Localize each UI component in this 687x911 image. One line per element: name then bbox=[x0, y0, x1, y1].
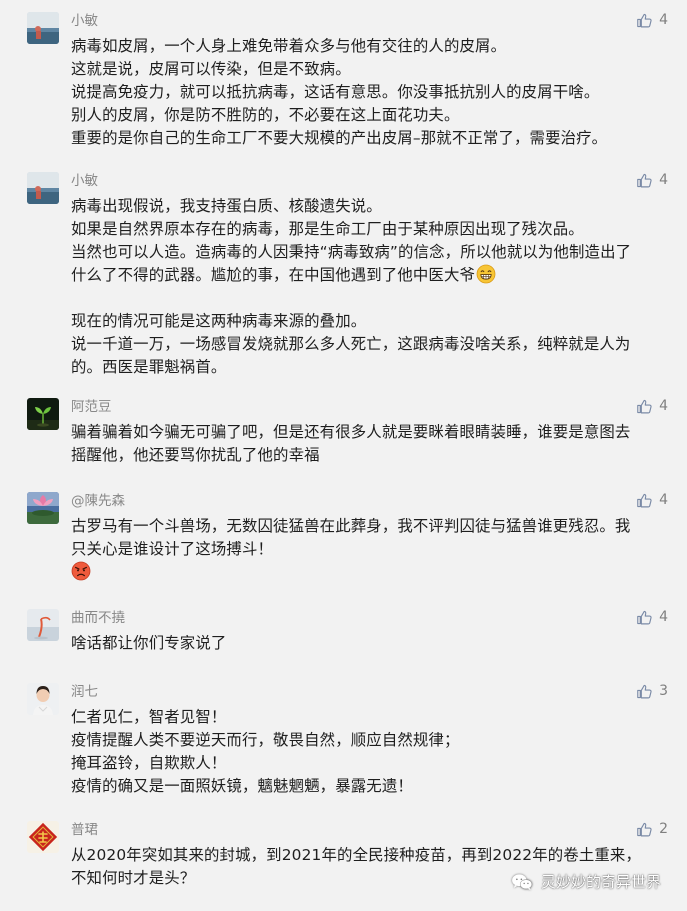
comment-nickname[interactable]: 阿范豆 bbox=[71, 398, 112, 416]
avatar[interactable] bbox=[27, 609, 59, 641]
avatar[interactable] bbox=[27, 172, 59, 204]
like-button[interactable]: 4 bbox=[636, 10, 668, 30]
comment-text: 古罗马有一个斗兽场，无数囚徒猛兽在此葬身，我不评判囚徒与猛兽谁更残忍。我 只关心… bbox=[71, 515, 671, 584]
comment-line: 啥话都让你们专家说了 bbox=[71, 634, 227, 652]
comment-line: 重要的是你自己的生命工厂不要大规模的产出皮屑–那就不正常了，需要治疗。 bbox=[71, 129, 608, 147]
avatar[interactable] bbox=[27, 492, 59, 524]
comment-line: 摇醒他，他还要骂你扰乱了他的幸福 bbox=[71, 446, 320, 464]
thumbs-up-icon bbox=[637, 173, 652, 187]
wechat-icon bbox=[512, 873, 533, 890]
comment-line: 古罗马有一个斗兽场，无数囚徒猛兽在此葬身，我不评判囚徒与猛兽谁更残忍。我 bbox=[71, 517, 631, 535]
like-count: 4 bbox=[659, 172, 668, 188]
avatar[interactable] bbox=[27, 12, 59, 44]
avatar[interactable] bbox=[27, 821, 59, 853]
comment-text: 啥话都让你们专家说了 bbox=[71, 632, 671, 655]
like-count: 4 bbox=[659, 492, 668, 508]
like-button[interactable]: 4 bbox=[636, 490, 668, 510]
thumbs-up-icon bbox=[637, 822, 652, 836]
like-button[interactable]: 2 bbox=[636, 819, 668, 839]
comment-line: 说提高免疫力，就可以抵抗病毒，这话有意思。你没事抵抗别人的皮屑干啥。 bbox=[71, 83, 600, 101]
comment-line: 疫情提醒人类不要逆天而行，敬畏自然，顺应自然规律； bbox=[71, 731, 460, 749]
comment-line: 掩耳盗铃，自欺欺人！ bbox=[71, 754, 227, 772]
thumbs-up-icon bbox=[637, 684, 652, 698]
thumbs-up-icon bbox=[637, 493, 652, 507]
comment-nickname[interactable]: 普珺 bbox=[71, 821, 98, 839]
comment-line: 病毒如皮屑，一个人身上难免带着众多与他有交往的人的皮屑。 bbox=[71, 37, 507, 55]
comment-line: 什么了不得的武器。尴尬的事，在中国他遇到了他中医大爷 bbox=[71, 266, 476, 284]
comment-line: 病毒出现假说，我支持蛋白质、核酸遗失说。 bbox=[71, 197, 382, 215]
like-button[interactable]: 4 bbox=[636, 607, 668, 627]
comment-line: 疫情的确又是一面照妖镜，魑魅魍魉，暴露无遗！ bbox=[71, 777, 413, 795]
like-button[interactable]: 4 bbox=[636, 396, 668, 416]
comment-line: 这就是说，皮屑可以传染，但是不致病。 bbox=[71, 60, 351, 78]
like-button[interactable]: 4 bbox=[636, 170, 668, 190]
like-count: 3 bbox=[659, 683, 668, 699]
emoji-line bbox=[71, 561, 671, 584]
thumbs-up-icon bbox=[637, 399, 652, 413]
comment-line: 的。西医是罪魁祸首。 bbox=[71, 358, 227, 376]
watermark-text: 灵妙妙的奇异世界 bbox=[540, 873, 661, 891]
comment-line: 只关心是谁设计了这场搏斗！ bbox=[71, 540, 274, 558]
thumbs-up-icon bbox=[637, 13, 652, 27]
comment-nickname[interactable]: 润七 bbox=[71, 683, 98, 701]
angry-emoji bbox=[71, 561, 91, 581]
comment-text: 骗着骗着如今骗无可骗了吧，但是还有很多人就是要眯着眼睛装睡，谁要是意图去 摇醒他… bbox=[71, 421, 671, 467]
comment-line: 现在的情况可能是这两种病毒来源的叠加。 bbox=[71, 312, 367, 330]
comment-line: 当然也可以人造。造病毒的人因秉持“病毒致病”的信念，所以他就以为他制造出了 bbox=[71, 243, 632, 261]
comment-line: 说一千道一万，一场感冒发烧就那么多人死亡，这跟病毒没啥关系，纯粹就是人为 bbox=[71, 335, 631, 353]
comment-line: 骗着骗着如今骗无可骗了吧，但是还有很多人就是要眯着眼睛装睡，谁要是意图去 bbox=[71, 423, 631, 441]
like-count: 4 bbox=[659, 609, 668, 625]
comment-line: 从2020年突如其来的封城，到2021年的全民接种疫苗，再到2022年的卷土重来… bbox=[71, 846, 641, 864]
comment-text: 病毒出现假说，我支持蛋白质、核酸遗失说。 如果是自然界原本存在的病毒，那是生命工… bbox=[71, 195, 671, 379]
avatar[interactable] bbox=[27, 398, 59, 430]
watermark: 灵妙妙的奇异世界 bbox=[511, 871, 661, 892]
comment-nickname[interactable]: 曲而不撓 bbox=[71, 609, 125, 627]
like-button[interactable]: 3 bbox=[636, 681, 668, 701]
comment-nickname[interactable]: @陳先森 bbox=[71, 492, 125, 510]
like-count: 2 bbox=[659, 821, 668, 837]
comment-text: 病毒如皮屑，一个人身上难免带着众多与他有交往的人的皮屑。 这就是说，皮屑可以传染… bbox=[71, 35, 671, 150]
grin-emoji bbox=[476, 264, 496, 284]
comment-nickname[interactable]: 小敏 bbox=[71, 12, 98, 30]
thumbs-up-icon bbox=[637, 610, 652, 624]
avatar[interactable] bbox=[27, 683, 59, 715]
comment-line: 如果是自然界原本存在的病毒，那是生命工厂由于某种原因出现了残次品。 bbox=[71, 220, 584, 238]
like-count: 4 bbox=[659, 398, 668, 414]
comment-text: 仁者见仁，智者见智！ 疫情提醒人类不要逆天而行，敬畏自然，顺应自然规律； 掩耳盗… bbox=[71, 706, 671, 798]
comment-line: 仁者见仁，智者见智！ bbox=[71, 708, 227, 726]
comment-line: 别人的皮屑，你是防不胜防的，不必要在这上面花功夫。 bbox=[71, 106, 460, 124]
comment-nickname[interactable]: 小敏 bbox=[71, 172, 98, 190]
comment-line-with-emoji: 什么了不得的武器。尴尬的事，在中国他遇到了他中医大爷 bbox=[71, 264, 671, 287]
like-count: 4 bbox=[659, 12, 668, 28]
